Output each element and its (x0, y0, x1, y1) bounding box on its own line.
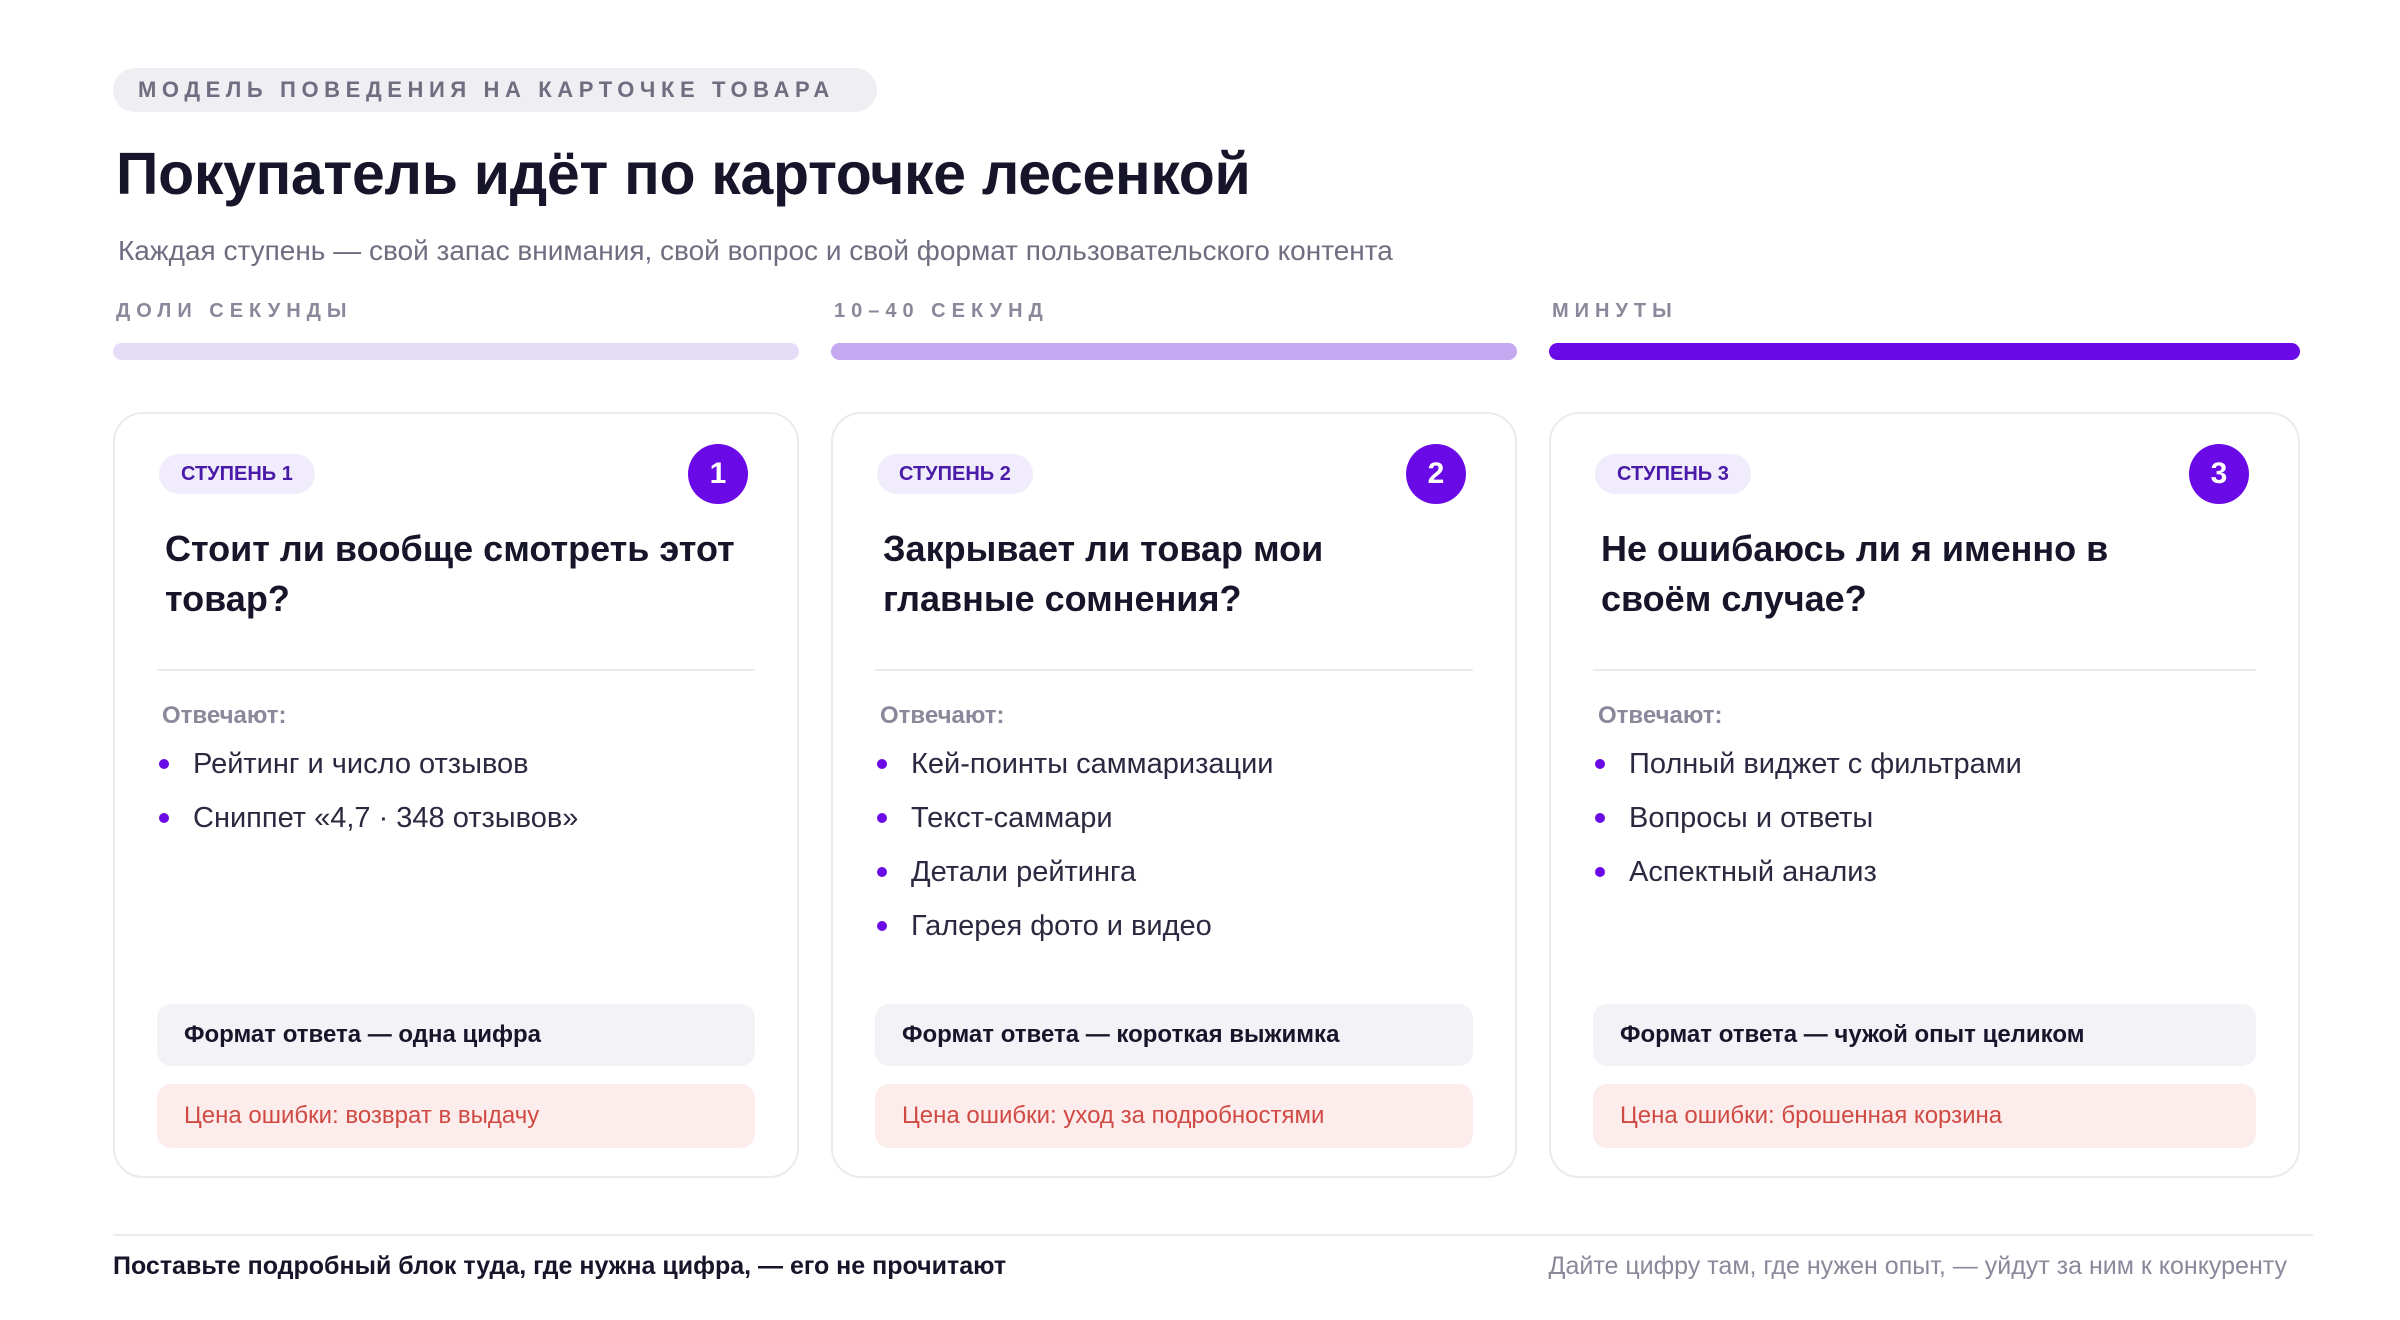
answer-format-box: Формат ответа — чужой опыт целиком (1593, 1004, 2256, 1066)
step-badge: СТУПЕНЬ 3 (1595, 454, 1751, 494)
footer-left-note: Поставьте подробный блок туда, где нужна… (113, 1252, 1007, 1280)
step-card-3: СТУПЕНЬ 3 3 Не ошибаюсь ли я именно в св… (1549, 412, 2300, 1178)
list-item-text: Вопросы и ответы (1629, 802, 1874, 834)
phase-1: ДОЛИ СЕКУНДЫ (113, 300, 799, 360)
error-cost-box: Цена ошибки: брошенная корзина (1593, 1084, 2256, 1148)
list-item: Рейтинг и число отзывов (159, 744, 578, 798)
list-item: Сниппет «4,7 · 348 отзывов» (159, 798, 578, 852)
step-card-1: СТУПЕНЬ 1 1 Стоит ли вообще смотреть это… (113, 412, 799, 1178)
phase-label: 10–40 СЕКУНД (834, 300, 1049, 322)
answers-list: Кей-поинты саммаризации Текст-саммари Де… (877, 744, 1274, 960)
step-question: Закрывает ли товар мои главные сомнения? (883, 528, 1324, 619)
phase-label: МИНУТЫ (1552, 300, 1678, 322)
bullet-dot-icon (159, 759, 169, 769)
step-badge: СТУПЕНЬ 1 (159, 454, 315, 494)
list-item-text: Кей-поинты саммаризации (911, 748, 1274, 780)
bullet-dot-icon (877, 867, 887, 877)
page-title: Покупатель идёт по карточке лесенкой (116, 141, 1251, 207)
bullet-dot-icon (877, 759, 887, 769)
step-badge: СТУПЕНЬ 2 (877, 454, 1033, 494)
answers-list: Рейтинг и число отзывов Сниппет «4,7 · 3… (159, 744, 578, 852)
step-number-circle: 3 (2189, 444, 2249, 504)
step-number-circle: 1 (688, 444, 748, 504)
list-item-text: Детали рейтинга (911, 856, 1137, 888)
divider (157, 669, 755, 671)
answers-label: Отвечают: (1598, 702, 1723, 729)
phase-bar (831, 343, 1517, 360)
list-item-text: Сниппет «4,7 · 348 отзывов» (193, 802, 579, 834)
phase-bar (113, 343, 799, 360)
list-item-text: Текст-саммари (911, 802, 1113, 834)
list-item: Вопросы и ответы (1595, 798, 2022, 852)
step-question: Стоит ли вообще смотреть этот товар? (165, 528, 735, 619)
list-item-text: Рейтинг и число отзывов (193, 748, 529, 780)
bullet-dot-icon (877, 921, 887, 931)
phase-bar (1549, 343, 2300, 360)
bullet-dot-icon (159, 813, 169, 823)
step-question: Не ошибаюсь ли я именно в своём случае? (1601, 528, 2109, 619)
answers-label: Отвечают: (162, 702, 287, 729)
footer-right-note: Дайте цифру там, где нужен опыт, — уйдут… (1548, 1252, 2287, 1280)
list-item: Текст-саммари (877, 798, 1274, 852)
bullet-dot-icon (1595, 759, 1605, 769)
list-item: Полный виджет с фильтрами (1595, 744, 2022, 798)
error-cost-box: Цена ошибки: возврат в выдачу (157, 1084, 755, 1148)
list-item-text: Полный виджет с фильтрами (1629, 748, 2022, 780)
phase-3: МИНУТЫ (1549, 300, 2300, 360)
eyebrow-badge: МОДЕЛЬ ПОВЕДЕНИЯ НА КАРТОЧКЕ ТОВАРА (113, 68, 877, 112)
list-item-text: Аспектный анализ (1629, 856, 1877, 888)
answers-label: Отвечают: (880, 702, 1005, 729)
error-cost-box: Цена ошибки: уход за подробностями (875, 1084, 1473, 1148)
answers-list: Полный виджет с фильтрами Вопросы и отве… (1595, 744, 2022, 906)
footer-divider (113, 1234, 2313, 1236)
divider (1593, 669, 2256, 671)
bullet-dot-icon (877, 813, 887, 823)
phase-2: 10–40 СЕКУНД (831, 300, 1517, 360)
step-card-2: СТУПЕНЬ 2 2 Закрывает ли товар мои главн… (831, 412, 1517, 1178)
answer-format-box: Формат ответа — одна цифра (157, 1004, 755, 1066)
list-item: Галерея фото и видео (877, 906, 1274, 960)
bullet-dot-icon (1595, 867, 1605, 877)
answer-format-box: Формат ответа — короткая выжимка (875, 1004, 1473, 1066)
list-item: Детали рейтинга (877, 852, 1274, 906)
bullet-dot-icon (1595, 813, 1605, 823)
list-item: Кей-поинты саммаризации (877, 744, 1274, 798)
page-subtitle: Каждая ступень — свой запас внимания, св… (118, 235, 1393, 266)
step-number-circle: 2 (1406, 444, 1466, 504)
list-item: Аспектный анализ (1595, 852, 2022, 906)
divider (875, 669, 1473, 671)
phase-label: ДОЛИ СЕКУНДЫ (116, 300, 353, 322)
list-item-text: Галерея фото и видео (911, 910, 1212, 942)
